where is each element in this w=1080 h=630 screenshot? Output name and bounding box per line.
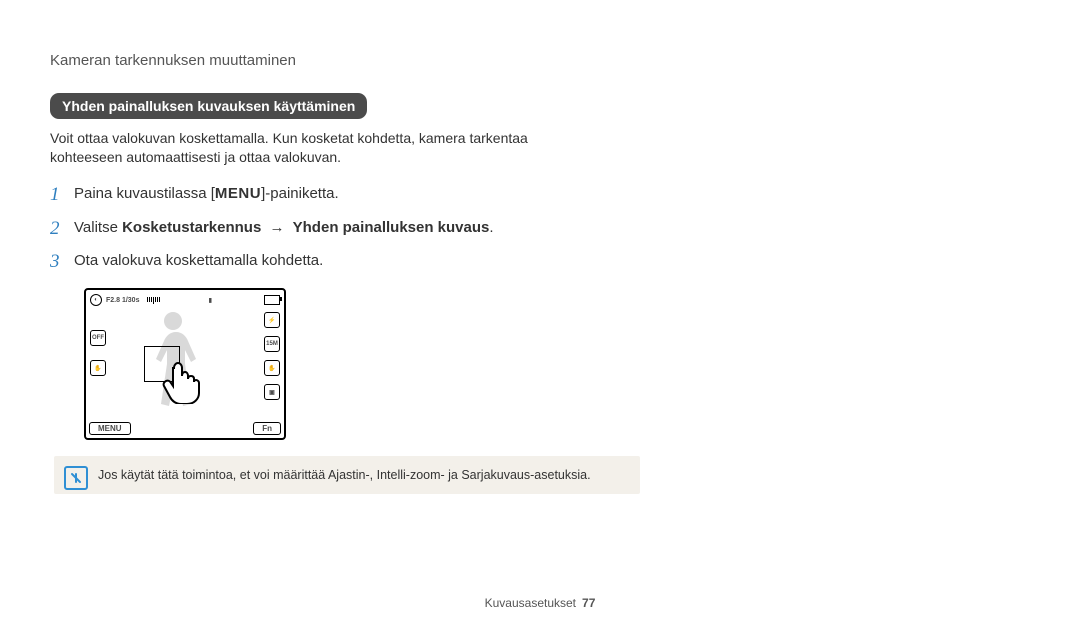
- section-heading-pill: Yhden painalluksen kuvauksen käyttäminen: [50, 93, 367, 119]
- battery-icon: [264, 295, 280, 305]
- page-footer: Kuvausasetukset 77: [0, 596, 1080, 610]
- metering-icon: ▣: [264, 384, 280, 400]
- image-size-icon: 15M: [264, 336, 280, 352]
- page-title: Kameran tarkennuksen muuttaminen: [50, 52, 570, 69]
- step-bold-2: Yhden painalluksen kuvaus: [293, 219, 490, 236]
- step-text: Valitse Kosketustarkennus → Yhden painal…: [74, 217, 494, 238]
- note-text: Jos käytät tätä toimintoa, et voi määrit…: [98, 468, 591, 482]
- camera-lcd-figure: ◐ F2.8 1/30s ▮ OFF ✋ ⚡ 15M ✋ ▣: [84, 288, 286, 440]
- step-number: 3: [50, 250, 74, 274]
- arrow-icon: →: [269, 219, 284, 236]
- quality-off-icon: OFF: [90, 330, 106, 346]
- touch-shot-icon: ✋: [90, 360, 106, 376]
- lcd-softkeys: MENU Fn: [89, 422, 281, 435]
- note-box: Jos käytät tätä toimintoa, et voi määrit…: [54, 456, 640, 494]
- step-number: 2: [50, 217, 74, 241]
- flash-icon: ⚡: [264, 312, 280, 328]
- mode-icon: ◐: [90, 294, 102, 306]
- lcd-top-row: ◐ F2.8 1/30s ▮: [90, 294, 280, 306]
- note-icon: [64, 466, 88, 490]
- footer-section: Kuvausasetukset: [485, 596, 576, 610]
- step-text: Ota valokuva koskettamalla kohdetta.: [74, 250, 323, 271]
- lcd-frame: ◐ F2.8 1/30s ▮ OFF ✋ ⚡ 15M ✋ ▣: [84, 288, 286, 440]
- exposure-scale-icon: [147, 297, 160, 304]
- step-bold-1: Kosketustarkennus: [122, 219, 261, 236]
- footer-page-number: 77: [582, 596, 595, 610]
- step-2: 2 Valitse Kosketustarkennus → Yhden pain…: [50, 217, 570, 241]
- step-text: Paina kuvaustilassa [MENU]-painiketta.: [74, 183, 339, 204]
- touch-hand-icon: [160, 356, 204, 404]
- menu-softkey: MENU: [89, 422, 131, 435]
- step-text-post: .: [489, 219, 493, 236]
- step-3: 3 Ota valokuva koskettamalla kohdetta.: [50, 250, 570, 274]
- step-list: 1 Paina kuvaustilassa [MENU]-painiketta.…: [50, 183, 570, 274]
- step-text-pre: Valitse: [74, 219, 122, 236]
- exposure-readout: F2.8 1/30s: [106, 297, 139, 304]
- lcd-right-icons: ⚡ 15M ✋ ▣: [264, 312, 280, 400]
- stabilizer-icon: ✋: [264, 360, 280, 376]
- section-intro: Voit ottaa valokuvan koskettamalla. Kun …: [50, 129, 570, 167]
- lcd-left-icons: OFF ✋: [90, 330, 106, 376]
- step-text-pre: Paina kuvaustilassa [: [74, 185, 215, 202]
- sd-card-icon: ▮: [209, 297, 212, 304]
- menu-label-inline: MENU: [215, 185, 261, 202]
- step-number: 1: [50, 183, 74, 207]
- step-1: 1 Paina kuvaustilassa [MENU]-painiketta.: [50, 183, 570, 207]
- fn-softkey: Fn: [253, 422, 281, 435]
- step-text-post: ]-painiketta.: [261, 185, 339, 202]
